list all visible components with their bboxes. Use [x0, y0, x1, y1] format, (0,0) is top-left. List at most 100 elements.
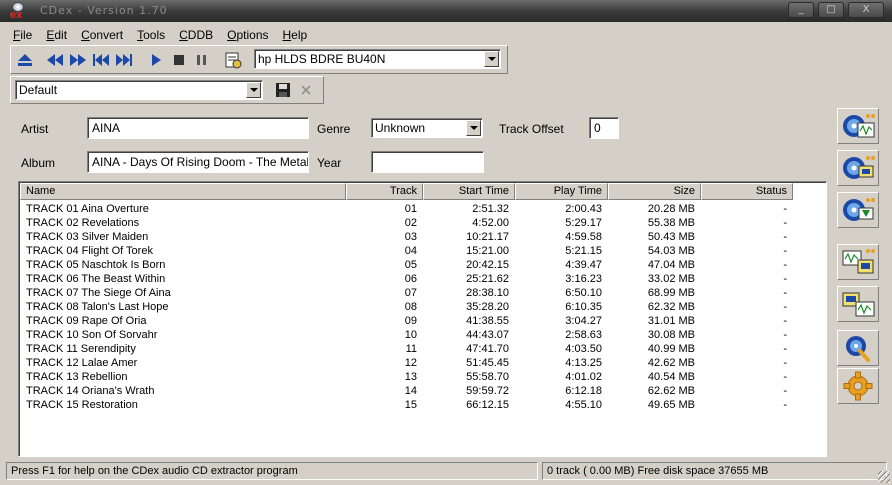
cell-status: - [783, 315, 787, 327]
cell-status: - [783, 245, 787, 257]
cell-play: 6:12.18 [565, 385, 602, 397]
cell-size: 62.62 MB [647, 385, 695, 397]
extract-cd-tracks-to-wav-button[interactable] [837, 108, 879, 144]
table-row[interactable]: TRACK 11 Serendipity 11 47:41.70 4:03.50 40.… [20, 342, 793, 356]
cell-status: - [783, 287, 787, 299]
menu-options[interactable]: Options [220, 26, 275, 44]
save-icon [276, 83, 290, 97]
cell-start: 15:21.00 [466, 245, 509, 257]
stop-button[interactable] [169, 50, 189, 70]
genre-select[interactable]: Unknown [371, 118, 483, 138]
chevron-down-icon[interactable] [246, 82, 261, 98]
cell-name: TRACK 11 Serendipity [26, 343, 136, 355]
album-field[interactable]: AINA - Days Of Rising Doom - The Metal O… [87, 151, 309, 173]
previous-track-button[interactable] [91, 50, 111, 70]
table-row[interactable]: TRACK 04 Flight Of Torek 04 15:21.00 5:21.1… [20, 244, 793, 258]
table-row[interactable]: TRACK 08 Talon's Last Hope 08 35:28.20 6:10… [20, 300, 793, 314]
artist-label: Artist [21, 122, 49, 136]
cell-size: 40.99 MB [647, 343, 695, 355]
cell-track: 12 [404, 357, 417, 369]
cell-track: 11 [405, 343, 417, 355]
cell-start: 2:51.32 [472, 203, 509, 215]
title-bar[interactable]: ex CDex - Version 1.70 _ □ X [0, 0, 892, 22]
table-row[interactable]: TRACK 06 The Beast Within 06 25:21.62 3:16.… [20, 272, 793, 286]
stop-icon [174, 55, 184, 65]
column-header-play-time[interactable]: Play Time [515, 183, 608, 200]
table-row[interactable]: TRACK 13 Rebellion 13 55:58.70 4:01.02 40.54… [20, 370, 793, 384]
extract-cd-tracks-to-mp3-button[interactable] [837, 150, 879, 186]
table-row[interactable]: TRACK 07 The Siege Of Aina 07 28:38.10 6:50… [20, 286, 793, 300]
cell-play: 3:16.23 [565, 273, 602, 285]
year-label: Year [317, 156, 342, 170]
convert-wav-to-mp3-button[interactable] [837, 244, 879, 280]
delete-profile-button[interactable] [296, 80, 316, 100]
table-row[interactable]: TRACK 10 Son Of Sorvahr 10 44:43.07 2:58.63… [20, 328, 793, 342]
menu-help[interactable]: Help [276, 26, 315, 44]
resize-grip[interactable] [878, 471, 890, 483]
previous-track-icon [93, 54, 109, 66]
status-disk-info: 0 track ( 0.00 MB) Free disk space 37655… [542, 462, 887, 480]
track-list[interactable]: Name Track Start Time Play Time Size Sta… [18, 181, 827, 457]
drive-select[interactable]: hp HLDS BDRE BU40N [254, 49, 501, 69]
column-header-start-time[interactable]: Start Time [423, 183, 515, 200]
cell-name: TRACK 02 Revelations [26, 217, 140, 229]
eject-icon [18, 54, 32, 66]
chevron-down-icon[interactable] [466, 120, 481, 136]
cell-track: 04 [404, 245, 417, 257]
cell-status: - [783, 231, 787, 243]
menu-file[interactable]: File [6, 26, 39, 44]
column-header-size[interactable]: Size [608, 183, 701, 200]
save-profile-button[interactable] [273, 80, 293, 100]
maximize-button[interactable]: □ [818, 2, 844, 18]
column-header-status[interactable]: Status [701, 183, 793, 200]
minimize-button[interactable]: _ [788, 2, 814, 18]
extract-partial-track-icon [843, 198, 875, 221]
table-row[interactable]: TRACK 05 Naschtok Is Born 05 20:42.15 4:39.… [20, 258, 793, 272]
pause-button[interactable] [192, 50, 212, 70]
rewind-button[interactable] [45, 50, 65, 70]
cell-track: 05 [404, 259, 417, 271]
fast-forward-button[interactable] [68, 50, 88, 70]
profile-select[interactable]: Default [15, 80, 263, 100]
eject-button[interactable] [15, 50, 35, 70]
cell-play: 4:13.25 [565, 357, 602, 369]
play-button[interactable] [146, 50, 166, 70]
column-header-track[interactable]: Track [346, 183, 423, 200]
extract-partial-track-button[interactable] [837, 192, 879, 228]
table-row[interactable]: TRACK 01 Aina Overture 01 2:51.32 2:00.43 20… [20, 202, 793, 216]
cd-info-button[interactable] [223, 50, 243, 70]
column-header-name[interactable]: Name [20, 183, 346, 200]
close-icon [301, 85, 311, 95]
menu-cddb[interactable]: CDDB [172, 26, 220, 44]
table-row[interactable]: TRACK 09 Rape Of Oria 09 41:38.55 3:04.27 31… [20, 314, 793, 328]
cell-name: TRACK 01 Aina Overture [26, 203, 149, 215]
cell-size: 68.99 MB [647, 287, 695, 299]
table-row[interactable]: TRACK 12 Lalae Amer 12 51:45.45 4:13.25 42.6… [20, 356, 793, 370]
table-row[interactable]: TRACK 03 Silver Maiden 03 10:21.17 4:59.58 5… [20, 230, 793, 244]
close-button[interactable]: X [848, 2, 884, 18]
track-offset-field[interactable]: 0 [589, 117, 619, 139]
cddb-lookup-icon [846, 336, 870, 362]
cell-status: - [783, 399, 787, 411]
rewind-icon [47, 54, 63, 66]
artist-field[interactable]: AINA [87, 117, 309, 139]
cell-start: 4:52.00 [472, 217, 509, 229]
cddb-lookup-button[interactable] [837, 330, 879, 366]
menu-convert[interactable]: Convert [74, 26, 130, 44]
cd-info-icon [225, 52, 242, 69]
cell-name: TRACK 14 Oriana's Wrath [26, 385, 155, 397]
extract-cd-to-wav-icon [843, 114, 875, 138]
table-row[interactable]: TRACK 14 Oriana's Wrath 14 59:59.72 6:12.18… [20, 384, 793, 398]
next-track-button[interactable] [114, 50, 134, 70]
table-row[interactable]: TRACK 15 Restoration 15 66:12.15 4:55.10 49.… [20, 398, 793, 412]
menu-tools[interactable]: Tools [130, 26, 172, 44]
cell-track: 15 [404, 399, 417, 411]
convert-mp3-to-wav-button[interactable] [837, 286, 879, 322]
year-field[interactable] [371, 151, 484, 173]
chevron-down-icon[interactable] [484, 51, 499, 67]
menu-edit[interactable]: Edit [39, 26, 74, 44]
configure-button[interactable] [837, 368, 879, 404]
cell-status: - [783, 203, 787, 215]
cell-name: TRACK 06 The Beast Within [26, 273, 166, 285]
table-row[interactable]: TRACK 02 Revelations 02 4:52.00 5:29.17 55.3… [20, 216, 793, 230]
